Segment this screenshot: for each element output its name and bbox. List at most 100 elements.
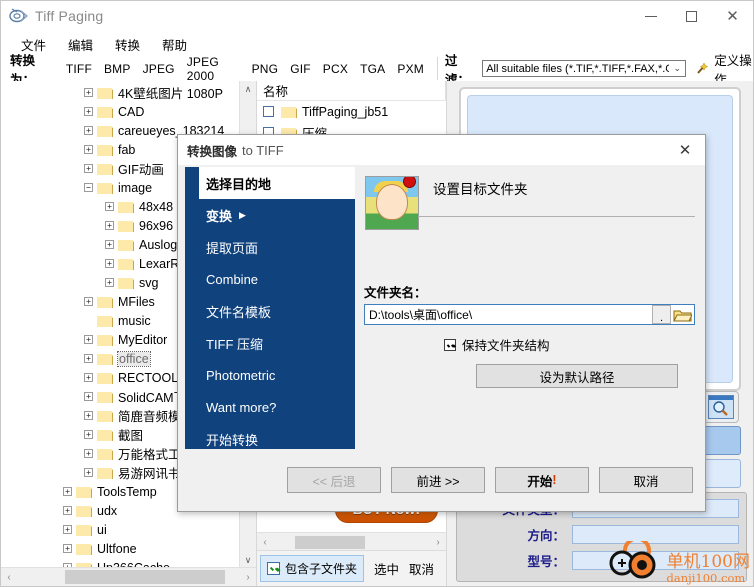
filter-combobox[interactable]: All suitable files (*.TIF,*.TIFF,*.FAX,*… — [482, 60, 687, 77]
format-png[interactable]: PNG — [246, 60, 285, 78]
format-bmp[interactable]: BMP — [98, 60, 137, 78]
expand-icon[interactable]: + — [105, 202, 114, 211]
open-folder-icon[interactable] — [673, 307, 693, 323]
select-all-button[interactable]: 选中 — [374, 559, 399, 578]
expand-icon[interactable]: + — [105, 240, 114, 249]
expand-icon[interactable]: + — [84, 373, 93, 382]
dialog-nav-item[interactable]: 提取页面 — [185, 231, 355, 263]
filelist-scroll-left-button[interactable]: ‹ — [257, 537, 273, 548]
set-default-path-button[interactable]: 设为默认路径 — [476, 364, 678, 388]
expand-icon[interactable]: + — [84, 297, 93, 306]
wand-icon — [695, 61, 710, 76]
dialog-nav-item[interactable]: 选择目的地 — [199, 167, 355, 199]
folder-icon — [97, 181, 113, 194]
tree-hscroll-thumb[interactable] — [65, 570, 225, 584]
cancel-button[interactable]: 取消 — [599, 467, 693, 493]
expand-icon[interactable]: + — [84, 164, 93, 173]
format-toolbar: 转换为： TIFF BMP JPEG JPEG 2000 PNG GIF PCX… — [1, 53, 753, 87]
file-info-field[interactable] — [572, 550, 739, 570]
keep-structure-label: 保持文件夹结构 — [462, 339, 550, 353]
expand-icon[interactable]: + — [84, 335, 93, 344]
magnifier-preview-button[interactable] — [703, 391, 739, 423]
file-info-field[interactable] — [572, 524, 739, 544]
maximize-button[interactable] — [671, 1, 712, 31]
tree-item[interactable]: + CAD — [1, 102, 240, 121]
tree-scroll-right-button[interactable]: › — [240, 572, 256, 583]
minimize-button[interactable] — [630, 1, 671, 31]
tree-item-label: 易游网讯书 — [118, 467, 181, 481]
format-tga[interactable]: TGA — [354, 60, 391, 78]
tree-scroll-up-button[interactable]: ∧ — [240, 81, 256, 97]
expand-icon[interactable]: + — [63, 525, 72, 534]
expand-icon[interactable]: + — [84, 449, 93, 458]
file-list-bottom-bar: 包含子文件夹 选中 取消 — [257, 550, 446, 586]
dialog-nav-label: 文件名模板 — [206, 304, 272, 320]
dialog-nav-item[interactable]: Photometric — [185, 359, 355, 391]
expand-icon[interactable]: + — [84, 88, 93, 97]
folder-icon — [118, 219, 134, 232]
format-jpeg2000[interactable]: JPEG 2000 — [181, 53, 246, 85]
next-button[interactable]: 前进 >> — [391, 467, 485, 493]
tree-item[interactable]: + ui — [1, 520, 240, 539]
dialog-nav-item[interactable]: Combine — [185, 263, 355, 295]
tree-scroll-left-button[interactable]: ‹ — [1, 572, 17, 583]
expand-icon[interactable]: + — [84, 411, 93, 420]
expand-icon[interactable]: + — [63, 506, 72, 515]
tree-hscroll-track[interactable] — [17, 569, 240, 585]
file-list-header: 名称 — [257, 81, 446, 101]
tree-horizontal-scrollbar[interactable]: ‹ › — [1, 567, 256, 586]
expand-icon[interactable]: + — [63, 544, 72, 553]
folder-path-input[interactable]: D:\tools\桌面\office\ . — [364, 304, 695, 325]
menu-edit[interactable]: 编辑 — [57, 32, 104, 57]
dialog-nav-item[interactable]: TIFF 压缩 — [185, 327, 355, 359]
start-button-bang: ! — [552, 473, 557, 487]
deselect-all-button[interactable]: 取消 — [409, 559, 434, 578]
folder-icon — [97, 409, 113, 422]
collapse-icon[interactable]: − — [84, 183, 93, 192]
format-pcx[interactable]: PCX — [317, 60, 354, 78]
expand-icon[interactable]: + — [63, 487, 72, 496]
path-dots-button[interactable]: . — [652, 305, 671, 324]
folder-icon — [97, 86, 113, 99]
tree-item-label: udx — [97, 503, 118, 518]
expand-icon[interactable]: + — [84, 392, 93, 401]
expand-icon[interactable]: + — [84, 430, 93, 439]
format-pxm[interactable]: PXM — [391, 60, 430, 78]
format-tiff[interactable]: TIFF — [60, 60, 98, 78]
expand-icon[interactable]: + — [84, 145, 93, 154]
tree-item-label: 简鹿音频模 — [118, 410, 181, 424]
close-button[interactable]: ✕ — [712, 1, 753, 31]
tree-scroll-down-button[interactable]: ∨ — [240, 552, 256, 568]
expand-icon[interactable]: + — [105, 259, 114, 268]
folder-icon — [76, 542, 92, 555]
folder-icon — [97, 428, 113, 441]
file-list-row[interactable]: TiffPaging_jb51 — [257, 101, 446, 122]
format-jpeg[interactable]: JPEG — [137, 60, 181, 78]
include-subfolders-checkbox[interactable]: 包含子文件夹 — [260, 555, 365, 582]
expand-icon[interactable]: + — [84, 126, 93, 135]
expand-icon[interactable]: + — [84, 468, 93, 477]
expand-icon[interactable]: + — [84, 107, 93, 116]
dialog-nav-item[interactable]: Want more? — [185, 391, 355, 423]
start-button[interactable]: 开始! — [495, 467, 589, 493]
keep-structure-row[interactable]: 保持文件夹结构 — [444, 335, 697, 354]
filelist-scroll-right-button[interactable]: › — [430, 537, 446, 548]
menu-convert[interactable]: 转换 — [104, 32, 151, 57]
filelist-hscroll-thumb[interactable] — [295, 536, 365, 549]
tree-item-label: 截图 — [118, 429, 144, 443]
expand-icon[interactable]: + — [84, 354, 93, 363]
file-list-horizontal-scrollbar[interactable]: ‹ › — [257, 532, 446, 551]
dialog-nav-item[interactable]: 文件名模板 — [185, 295, 355, 327]
keep-structure-checkbox[interactable] — [444, 338, 456, 351]
filelist-hscroll-track[interactable] — [273, 534, 430, 550]
file-checkbox[interactable] — [263, 106, 274, 117]
title-bar: Tiff Paging ✕ — [1, 1, 753, 32]
expand-icon[interactable]: + — [105, 278, 114, 287]
tree-item[interactable]: + Ultfone — [1, 539, 240, 558]
format-gif[interactable]: GIF — [284, 60, 317, 78]
expand-icon[interactable]: + — [105, 221, 114, 230]
dialog-nav-item[interactable]: 变换 ▶ — [185, 199, 355, 231]
back-button[interactable]: << 后退 — [287, 467, 381, 493]
tree-item[interactable]: +4K壁纸图片 1080P — [1, 83, 240, 102]
dialog-close-button[interactable]: ✕ — [665, 135, 705, 165]
